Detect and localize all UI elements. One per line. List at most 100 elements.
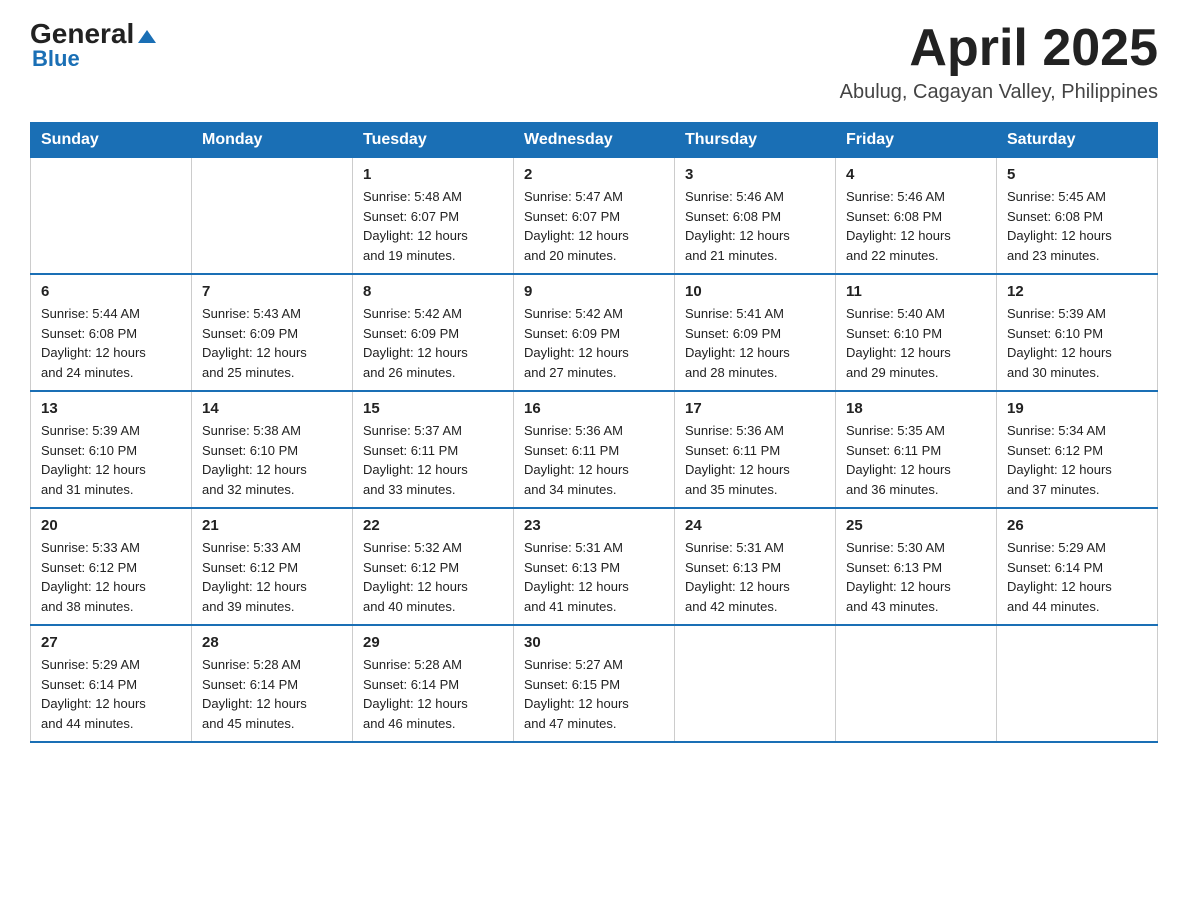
weekday-header-sunday: Sunday [31,123,192,158]
day-number: 18 [846,400,986,417]
day-number: 4 [846,166,986,183]
day-info: Sunrise: 5:31 AM Sunset: 6:13 PM Dayligh… [685,538,825,616]
calendar-table: SundayMondayTuesdayWednesdayThursdayFrid… [30,122,1158,743]
calendar-cell: 19 Sunrise: 5:34 AM Sunset: 6:12 PM Dayli… [997,391,1158,508]
calendar-cell: 12 Sunrise: 5:39 AM Sunset: 6:10 PM Dayli… [997,274,1158,391]
day-number: 12 [1007,283,1147,300]
day-info: Sunrise: 5:33 AM Sunset: 6:12 PM Dayligh… [41,538,181,616]
weekday-header-friday: Friday [836,123,997,158]
calendar-cell: 15Sunrise: 5:37 AM Sunset: 6:11 PM Dayli… [353,391,514,508]
day-number: 30 [524,634,664,651]
weekday-header-monday: Monday [192,123,353,158]
calendar-cell: 28Sunrise: 5:28 AM Sunset: 6:14 PM Dayli… [192,625,353,742]
calendar-cell: 13 Sunrise: 5:39 AM Sunset: 6:10 PM Dayli… [31,391,192,508]
calendar-cell: 20 Sunrise: 5:33 AM Sunset: 6:12 PM Dayli… [31,508,192,625]
day-info: Sunrise: 5:39 AM Sunset: 6:10 PM Dayligh… [41,421,181,499]
day-info: Sunrise: 5:30 AM Sunset: 6:13 PM Dayligh… [846,538,986,616]
day-info: Sunrise: 5:42 AM Sunset: 6:09 PM Dayligh… [524,304,664,382]
day-number: 10 [685,283,825,300]
calendar-cell: 23 Sunrise: 5:31 AM Sunset: 6:13 PM Dayli… [514,508,675,625]
calendar-week-row: 27 Sunrise: 5:29 AM Sunset: 6:14 PM Dayli… [31,625,1158,742]
page-header: General Blue April 2025 Abulug, Cagayan … [30,20,1158,104]
day-number: 16 [524,400,664,417]
day-info: Sunrise: 5:32 AM Sunset: 6:12 PM Dayligh… [363,538,503,616]
calendar-week-row: 13 Sunrise: 5:39 AM Sunset: 6:10 PM Dayli… [31,391,1158,508]
calendar-cell: 2Sunrise: 5:47 AM Sunset: 6:07 PM Daylig… [514,158,675,275]
day-info: Sunrise: 5:41 AM Sunset: 6:09 PM Dayligh… [685,304,825,382]
logo-bottom: Blue [30,46,80,72]
day-info: Sunrise: 5:36 AM Sunset: 6:11 PM Dayligh… [524,421,664,499]
calendar-cell [31,158,192,275]
calendar-cell: 22 Sunrise: 5:32 AM Sunset: 6:12 PM Dayli… [353,508,514,625]
day-number: 26 [1007,517,1147,534]
day-info: Sunrise: 5:38 AM Sunset: 6:10 PM Dayligh… [202,421,342,499]
day-number: 14 [202,400,342,417]
day-number: 24 [685,517,825,534]
day-number: 28 [202,634,342,651]
day-number: 9 [524,283,664,300]
calendar-cell: 3Sunrise: 5:46 AM Sunset: 6:08 PM Daylig… [675,158,836,275]
day-info: Sunrise: 5:33 AM Sunset: 6:12 PM Dayligh… [202,538,342,616]
calendar-cell [836,625,997,742]
day-info: Sunrise: 5:29 AM Sunset: 6:14 PM Dayligh… [41,655,181,733]
day-info: Sunrise: 5:42 AM Sunset: 6:09 PM Dayligh… [363,304,503,382]
day-info: Sunrise: 5:37 AM Sunset: 6:11 PM Dayligh… [363,421,503,499]
day-number: 19 [1007,400,1147,417]
day-info: Sunrise: 5:29 AM Sunset: 6:14 PM Dayligh… [1007,538,1147,616]
day-number: 7 [202,283,342,300]
day-number: 27 [41,634,181,651]
day-info: Sunrise: 5:28 AM Sunset: 6:14 PM Dayligh… [363,655,503,733]
day-info: Sunrise: 5:45 AM Sunset: 6:08 PM Dayligh… [1007,187,1147,265]
calendar-cell: 26 Sunrise: 5:29 AM Sunset: 6:14 PM Dayli… [997,508,1158,625]
day-number: 3 [685,166,825,183]
calendar-header: SundayMondayTuesdayWednesdayThursdayFrid… [31,123,1158,158]
logo-top: General [30,20,156,48]
weekday-header-saturday: Saturday [997,123,1158,158]
day-number: 5 [1007,166,1147,183]
calendar-cell: 16 Sunrise: 5:36 AM Sunset: 6:11 PM Dayli… [514,391,675,508]
day-number: 22 [363,517,503,534]
calendar-cell: 17Sunrise: 5:36 AM Sunset: 6:11 PM Dayli… [675,391,836,508]
weekday-header-wednesday: Wednesday [514,123,675,158]
weekday-header-thursday: Thursday [675,123,836,158]
calendar-cell [675,625,836,742]
calendar-week-row: 1Sunrise: 5:48 AM Sunset: 6:07 PM Daylig… [31,158,1158,275]
logo-triangle-icon [138,30,156,43]
day-number: 25 [846,517,986,534]
day-number: 23 [524,517,664,534]
title-block: April 2025 Abulug, Cagayan Valley, Phili… [840,20,1158,104]
calendar-cell: 10 Sunrise: 5:41 AM Sunset: 6:09 PM Dayli… [675,274,836,391]
day-number: 8 [363,283,503,300]
day-number: 2 [524,166,664,183]
calendar-cell: 14 Sunrise: 5:38 AM Sunset: 6:10 PM Dayli… [192,391,353,508]
day-info: Sunrise: 5:27 AM Sunset: 6:15 PM Dayligh… [524,655,664,733]
day-info: Sunrise: 5:34 AM Sunset: 6:12 PM Dayligh… [1007,421,1147,499]
day-number: 11 [846,283,986,300]
calendar-body: 1Sunrise: 5:48 AM Sunset: 6:07 PM Daylig… [31,158,1158,743]
day-info: Sunrise: 5:46 AM Sunset: 6:08 PM Dayligh… [846,187,986,265]
calendar-week-row: 20 Sunrise: 5:33 AM Sunset: 6:12 PM Dayli… [31,508,1158,625]
calendar-cell [997,625,1158,742]
calendar-cell [192,158,353,275]
weekday-header-tuesday: Tuesday [353,123,514,158]
calendar-cell: 5 Sunrise: 5:45 AM Sunset: 6:08 PM Daylig… [997,158,1158,275]
day-info: Sunrise: 5:31 AM Sunset: 6:13 PM Dayligh… [524,538,664,616]
weekday-header-row: SundayMondayTuesdayWednesdayThursdayFrid… [31,123,1158,158]
calendar-cell: 1Sunrise: 5:48 AM Sunset: 6:07 PM Daylig… [353,158,514,275]
day-number: 20 [41,517,181,534]
calendar-cell: 11 Sunrise: 5:40 AM Sunset: 6:10 PM Dayli… [836,274,997,391]
day-number: 29 [363,634,503,651]
calendar-week-row: 6Sunrise: 5:44 AM Sunset: 6:08 PM Daylig… [31,274,1158,391]
calendar-cell: 24 Sunrise: 5:31 AM Sunset: 6:13 PM Dayli… [675,508,836,625]
day-number: 6 [41,283,181,300]
month-title: April 2025 [840,20,1158,77]
calendar-cell: 29 Sunrise: 5:28 AM Sunset: 6:14 PM Dayli… [353,625,514,742]
day-info: Sunrise: 5:39 AM Sunset: 6:10 PM Dayligh… [1007,304,1147,382]
day-number: 1 [363,166,503,183]
day-info: Sunrise: 5:40 AM Sunset: 6:10 PM Dayligh… [846,304,986,382]
location-title: Abulug, Cagayan Valley, Philippines [840,81,1158,104]
calendar-cell: 18Sunrise: 5:35 AM Sunset: 6:11 PM Dayli… [836,391,997,508]
day-number: 13 [41,400,181,417]
calendar-cell: 9 Sunrise: 5:42 AM Sunset: 6:09 PM Daylig… [514,274,675,391]
calendar-cell: 6Sunrise: 5:44 AM Sunset: 6:08 PM Daylig… [31,274,192,391]
